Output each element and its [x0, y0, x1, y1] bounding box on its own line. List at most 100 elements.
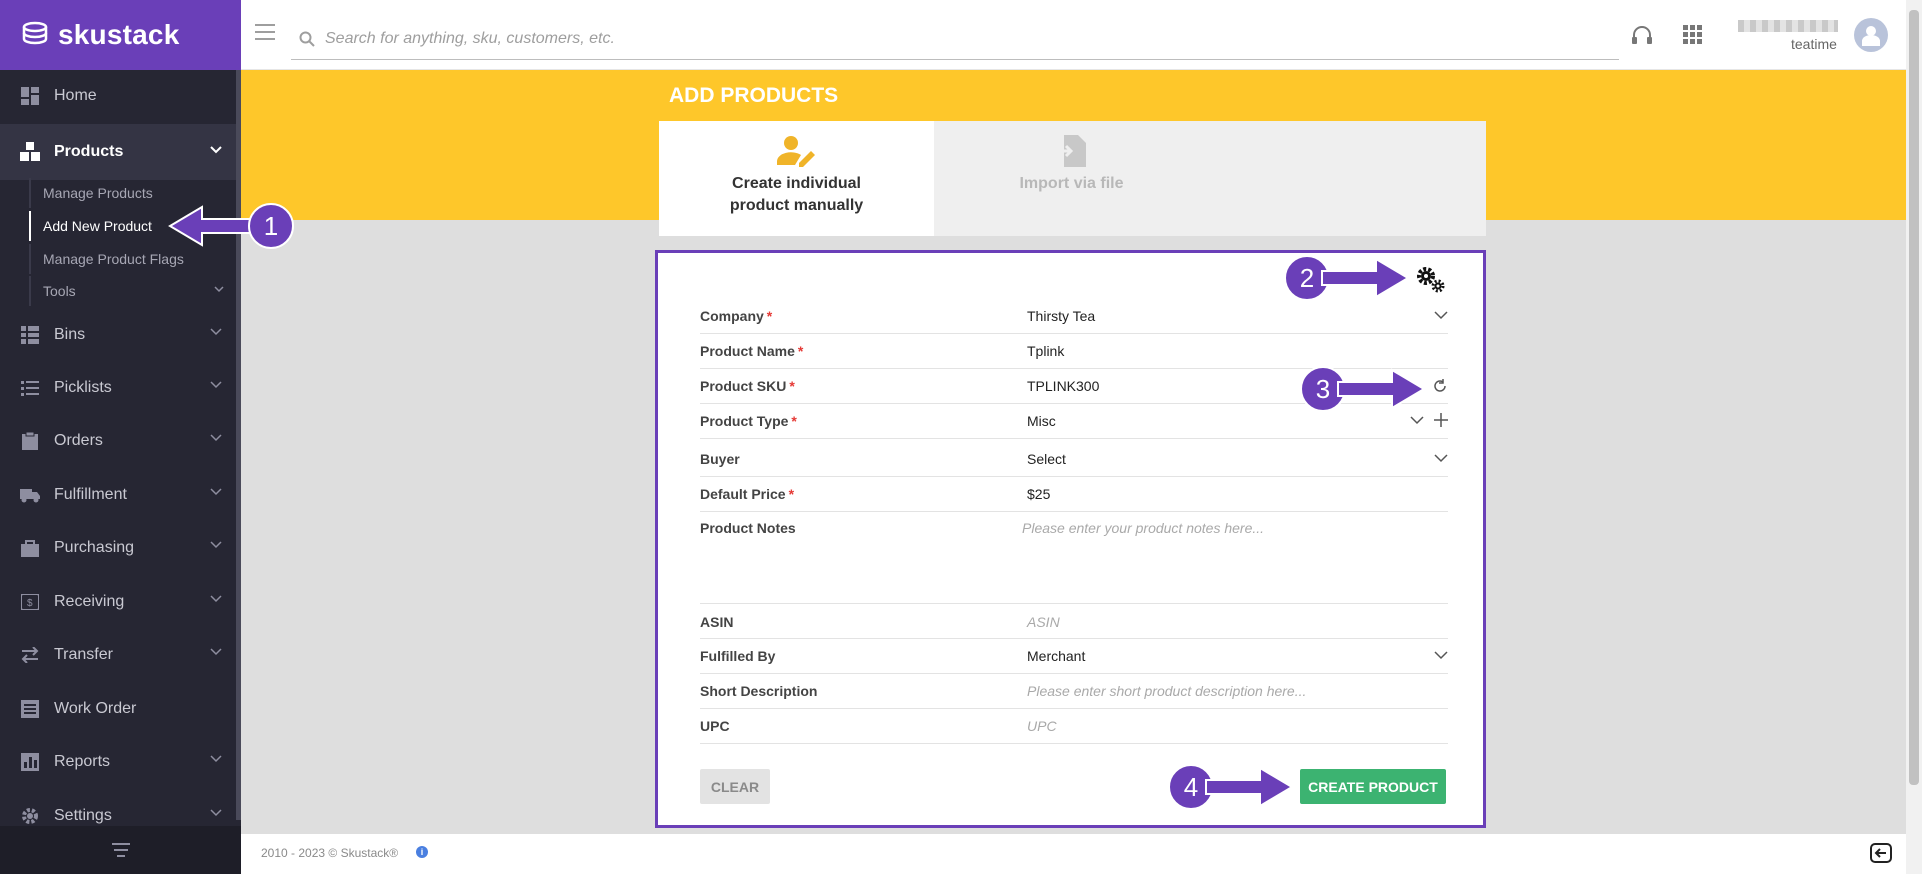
fulfilled-by-select[interactable]: Merchant — [1027, 648, 1085, 664]
required-mark: * — [788, 486, 795, 502]
field-label: Default Price * — [700, 486, 794, 502]
work-order-icon — [20, 699, 40, 719]
product-type-select[interactable]: Misc — [1027, 413, 1056, 429]
brand-name: skustack — [58, 19, 180, 50]
clear-button[interactable]: CLEAR — [700, 769, 770, 804]
short-description-input[interactable]: Please enter short product description h… — [1027, 683, 1306, 699]
field-label: Product Notes — [700, 520, 796, 536]
sidebar-item-orders[interactable]: Orders — [0, 419, 236, 463]
chevron-down-icon — [210, 541, 222, 549]
form-settings-button[interactable] — [1415, 266, 1447, 299]
asin-input[interactable]: ASIN — [1027, 614, 1060, 630]
sidebar-item-transfer[interactable]: Transfer — [0, 633, 236, 677]
product-notes-textarea[interactable]: Please enter your product notes here... — [1022, 520, 1264, 536]
chevron-down-icon[interactable] — [1410, 416, 1424, 425]
upc-field[interactable]: UPC UPC — [700, 709, 1448, 744]
list-icon — [20, 378, 40, 398]
page-scrollbar[interactable] — [1906, 0, 1922, 874]
plus-icon[interactable] — [1434, 413, 1448, 427]
chevron-down-icon — [210, 755, 222, 763]
field-label: UPC — [700, 718, 730, 734]
sidebar-item-home[interactable]: Home — [0, 74, 236, 118]
short-description-field[interactable]: Short Description Please enter short pro… — [700, 674, 1448, 709]
fulfilled-by-field[interactable]: Fulfilled By Merchant — [700, 639, 1448, 674]
boxes-icon — [20, 142, 40, 162]
product-notes-field[interactable]: Product Notes Please enter your product … — [700, 512, 1448, 604]
create-product-button[interactable]: CREATE PRODUCT — [1300, 769, 1446, 804]
sidebar-item-reports[interactable]: Reports — [0, 740, 236, 784]
sidebar-item-label: Orders — [54, 432, 103, 449]
asin-field[interactable]: ASIN ASIN — [700, 604, 1448, 639]
annotation-arrow-1 — [168, 205, 257, 247]
support-button[interactable] — [1631, 25, 1653, 52]
mode-tabs: Create individual product manually Impor… — [659, 121, 1486, 236]
footer: 2010 - 2023 © Skustack® i — [241, 834, 1906, 874]
field-label: Product Type * — [700, 413, 797, 429]
hamburger-menu-button[interactable] — [255, 24, 275, 45]
blurred-company-name — [1738, 20, 1838, 32]
tab-label: Create individual product manually — [729, 175, 864, 214]
chevron-down-icon — [210, 381, 222, 389]
chevron-down-icon[interactable] — [1434, 454, 1448, 463]
sidebar-item-label: Work Order — [54, 700, 137, 717]
chevron-down-icon[interactable] — [1434, 651, 1448, 660]
buyer-select[interactable]: Select — [1027, 451, 1066, 467]
gear-icon — [20, 806, 40, 826]
truck-icon — [20, 485, 40, 505]
required-mark: * — [797, 343, 804, 359]
chevron-down-icon — [210, 809, 222, 817]
chevron-down-icon — [210, 146, 222, 154]
sidebar-item-products[interactable]: Products — [0, 124, 236, 180]
chevron-down-icon — [210, 648, 222, 656]
avatar[interactable] — [1854, 18, 1888, 52]
refresh-icon[interactable] — [1432, 378, 1448, 394]
sidebar-item-label: Fulfillment — [54, 486, 127, 503]
sidebar-item-receiving[interactable]: $ Receiving — [0, 580, 236, 624]
sidebar: skustack Home Products Manage Products A… — [0, 0, 241, 874]
sidebar-collapse-button[interactable] — [0, 826, 241, 874]
chevron-down-icon — [210, 488, 222, 496]
sidebar-item-picklists[interactable]: Picklists — [0, 366, 236, 410]
chevron-down-icon — [210, 595, 222, 603]
chevron-down-icon[interactable] — [1434, 311, 1448, 320]
product-name-field[interactable]: Product Name * Tplink — [700, 334, 1448, 369]
receiving-icon: $ — [20, 592, 40, 612]
apps-button[interactable] — [1683, 25, 1703, 50]
menu-icon — [255, 24, 275, 40]
default-price-input[interactable]: $25 — [1027, 486, 1050, 502]
svg-text:$: $ — [27, 598, 33, 609]
company-field[interactable]: Company * Thirsty Tea — [700, 299, 1448, 334]
tab-import-via-file[interactable]: Import via file — [934, 121, 1209, 236]
search-input[interactable]: Search for anything, sku, customers, etc… — [325, 30, 615, 48]
sidebar-item-label: Home — [54, 87, 97, 104]
scrollbar-thumb[interactable] — [1909, 10, 1919, 785]
sidebar-item-fulfillment[interactable]: Fulfillment — [0, 473, 236, 517]
buyer-field[interactable]: Buyer Select — [700, 439, 1448, 477]
tab-label: Import via file — [1019, 175, 1124, 192]
sidebar-subitem-label: Tools — [43, 283, 76, 299]
sidebar-item-work-order[interactable]: Work Order — [0, 687, 236, 731]
label-text: Product Type — [700, 413, 789, 429]
info-icon[interactable]: i — [416, 846, 428, 858]
product-name-input[interactable]: Tplink — [1027, 343, 1064, 359]
user-name[interactable]: teatime — [1791, 36, 1837, 52]
annotation-arrow-4 — [1205, 766, 1294, 808]
sidebar-subitem-label: Manage Products — [43, 185, 153, 201]
brand-logo[interactable]: skustack — [0, 0, 241, 70]
arrow-left-box-icon[interactable] — [1870, 843, 1892, 863]
chart-icon — [20, 752, 40, 772]
company-select[interactable]: Thirsty Tea — [1027, 308, 1095, 324]
default-price-field[interactable]: Default Price * $25 — [700, 477, 1448, 512]
user-avatar-icon — [1862, 26, 1880, 46]
chevron-down-icon — [210, 328, 222, 336]
sidebar-item-label: Products — [54, 143, 124, 160]
product-sku-input[interactable]: TPLINK300 — [1027, 378, 1099, 394]
sidebar-item-purchasing[interactable]: Purchasing — [0, 526, 236, 570]
sidebar-item-label: Settings — [54, 807, 112, 824]
search-bar[interactable]: Search for anything, sku, customers, etc… — [291, 18, 1619, 60]
sidebar-subitem-tools[interactable]: Tools — [29, 276, 236, 306]
upc-input[interactable]: UPC — [1027, 718, 1057, 734]
tab-create-manually[interactable]: Create individual product manually — [659, 121, 934, 236]
sidebar-item-bins[interactable]: Bins — [0, 313, 236, 357]
apps-grid-icon — [1683, 25, 1702, 44]
